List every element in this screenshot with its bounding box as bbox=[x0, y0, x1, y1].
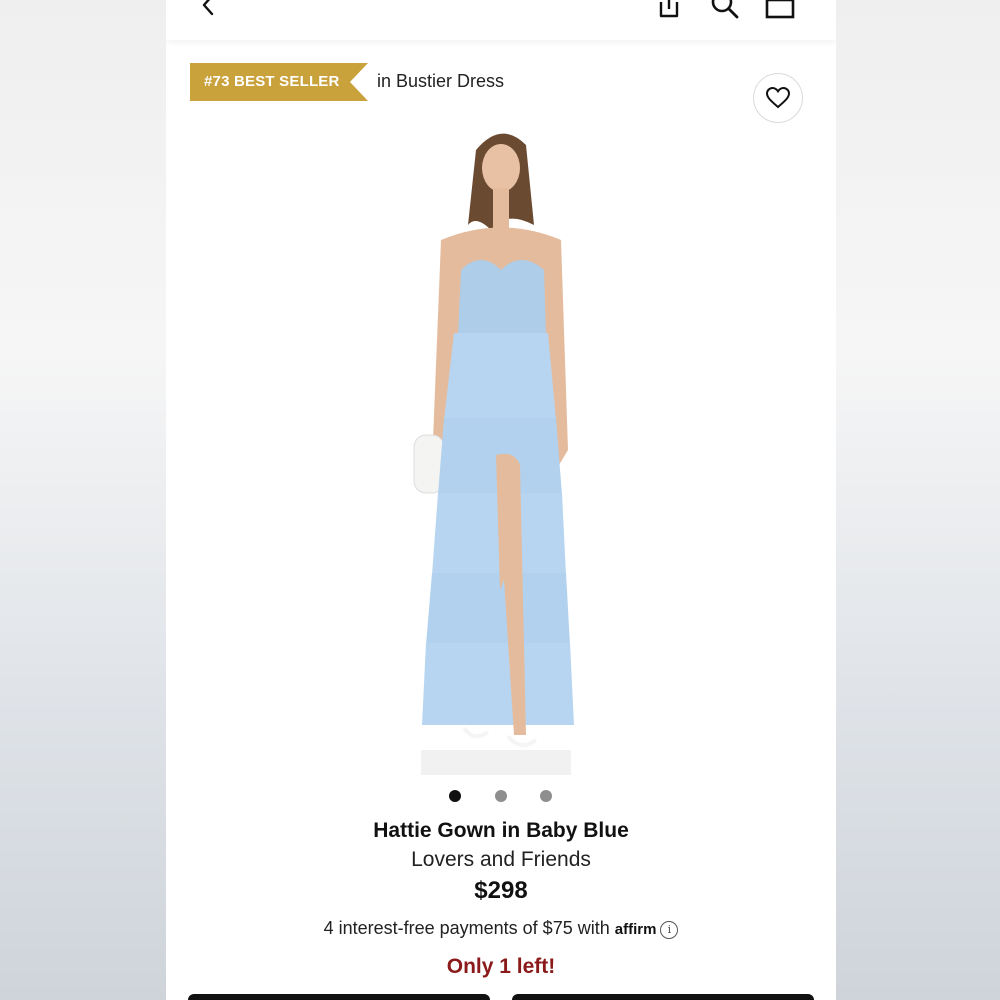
product-title: Hattie Gown in Baby Blue bbox=[373, 819, 629, 842]
carousel-dot[interactable] bbox=[495, 790, 507, 802]
add-to-bag-button[interactable] bbox=[512, 994, 814, 1000]
affirm-logo: affirm bbox=[614, 921, 657, 938]
shopping-bag-icon[interactable] bbox=[763, 0, 797, 22]
carousel-dot[interactable] bbox=[449, 790, 461, 802]
share-icon[interactable] bbox=[652, 0, 686, 22]
wishlist-button[interactable] bbox=[753, 73, 803, 123]
chevron-left-icon[interactable] bbox=[196, 0, 222, 18]
background-left bbox=[0, 0, 166, 1000]
best-seller-category: in Bustier Dress bbox=[377, 71, 505, 91]
carousel-indicators bbox=[166, 789, 836, 803]
stock-message: Only 1 left! bbox=[446, 955, 556, 978]
sandal-left bbox=[462, 726, 490, 739]
heart-icon bbox=[766, 87, 790, 109]
product-page: #73 BEST SELLER in Bustier Dress Hattie … bbox=[166, 0, 836, 1000]
floor-shadow bbox=[421, 750, 571, 775]
dress-bodice bbox=[458, 260, 546, 335]
top-nav-bar bbox=[166, 0, 836, 40]
product-brand[interactable]: Lovers and Friends bbox=[166, 848, 836, 872]
best-seller-label: #73 BEST SELLER bbox=[204, 73, 340, 90]
best-seller-badge: #73 BEST SELLER bbox=[190, 63, 368, 101]
product-price: $298 bbox=[474, 877, 528, 904]
neck bbox=[493, 188, 509, 228]
search-icon[interactable] bbox=[708, 0, 742, 22]
size-selector-button[interactable] bbox=[188, 994, 490, 1000]
carousel-dot[interactable] bbox=[540, 790, 552, 802]
info-icon[interactable]: i bbox=[660, 921, 679, 939]
product-image[interactable] bbox=[396, 120, 606, 775]
dress-tier-4 bbox=[426, 573, 570, 645]
installments-text: 4 interest-free payments of $75 with bbox=[323, 918, 615, 938]
face bbox=[482, 144, 520, 192]
installments-row: 4 interest-free payments of $75 with aff… bbox=[166, 918, 836, 939]
sandal-right bbox=[506, 734, 538, 748]
dress-tier-1 bbox=[444, 333, 556, 420]
dress-tier-5 bbox=[422, 643, 574, 725]
background-right bbox=[834, 0, 1000, 1000]
